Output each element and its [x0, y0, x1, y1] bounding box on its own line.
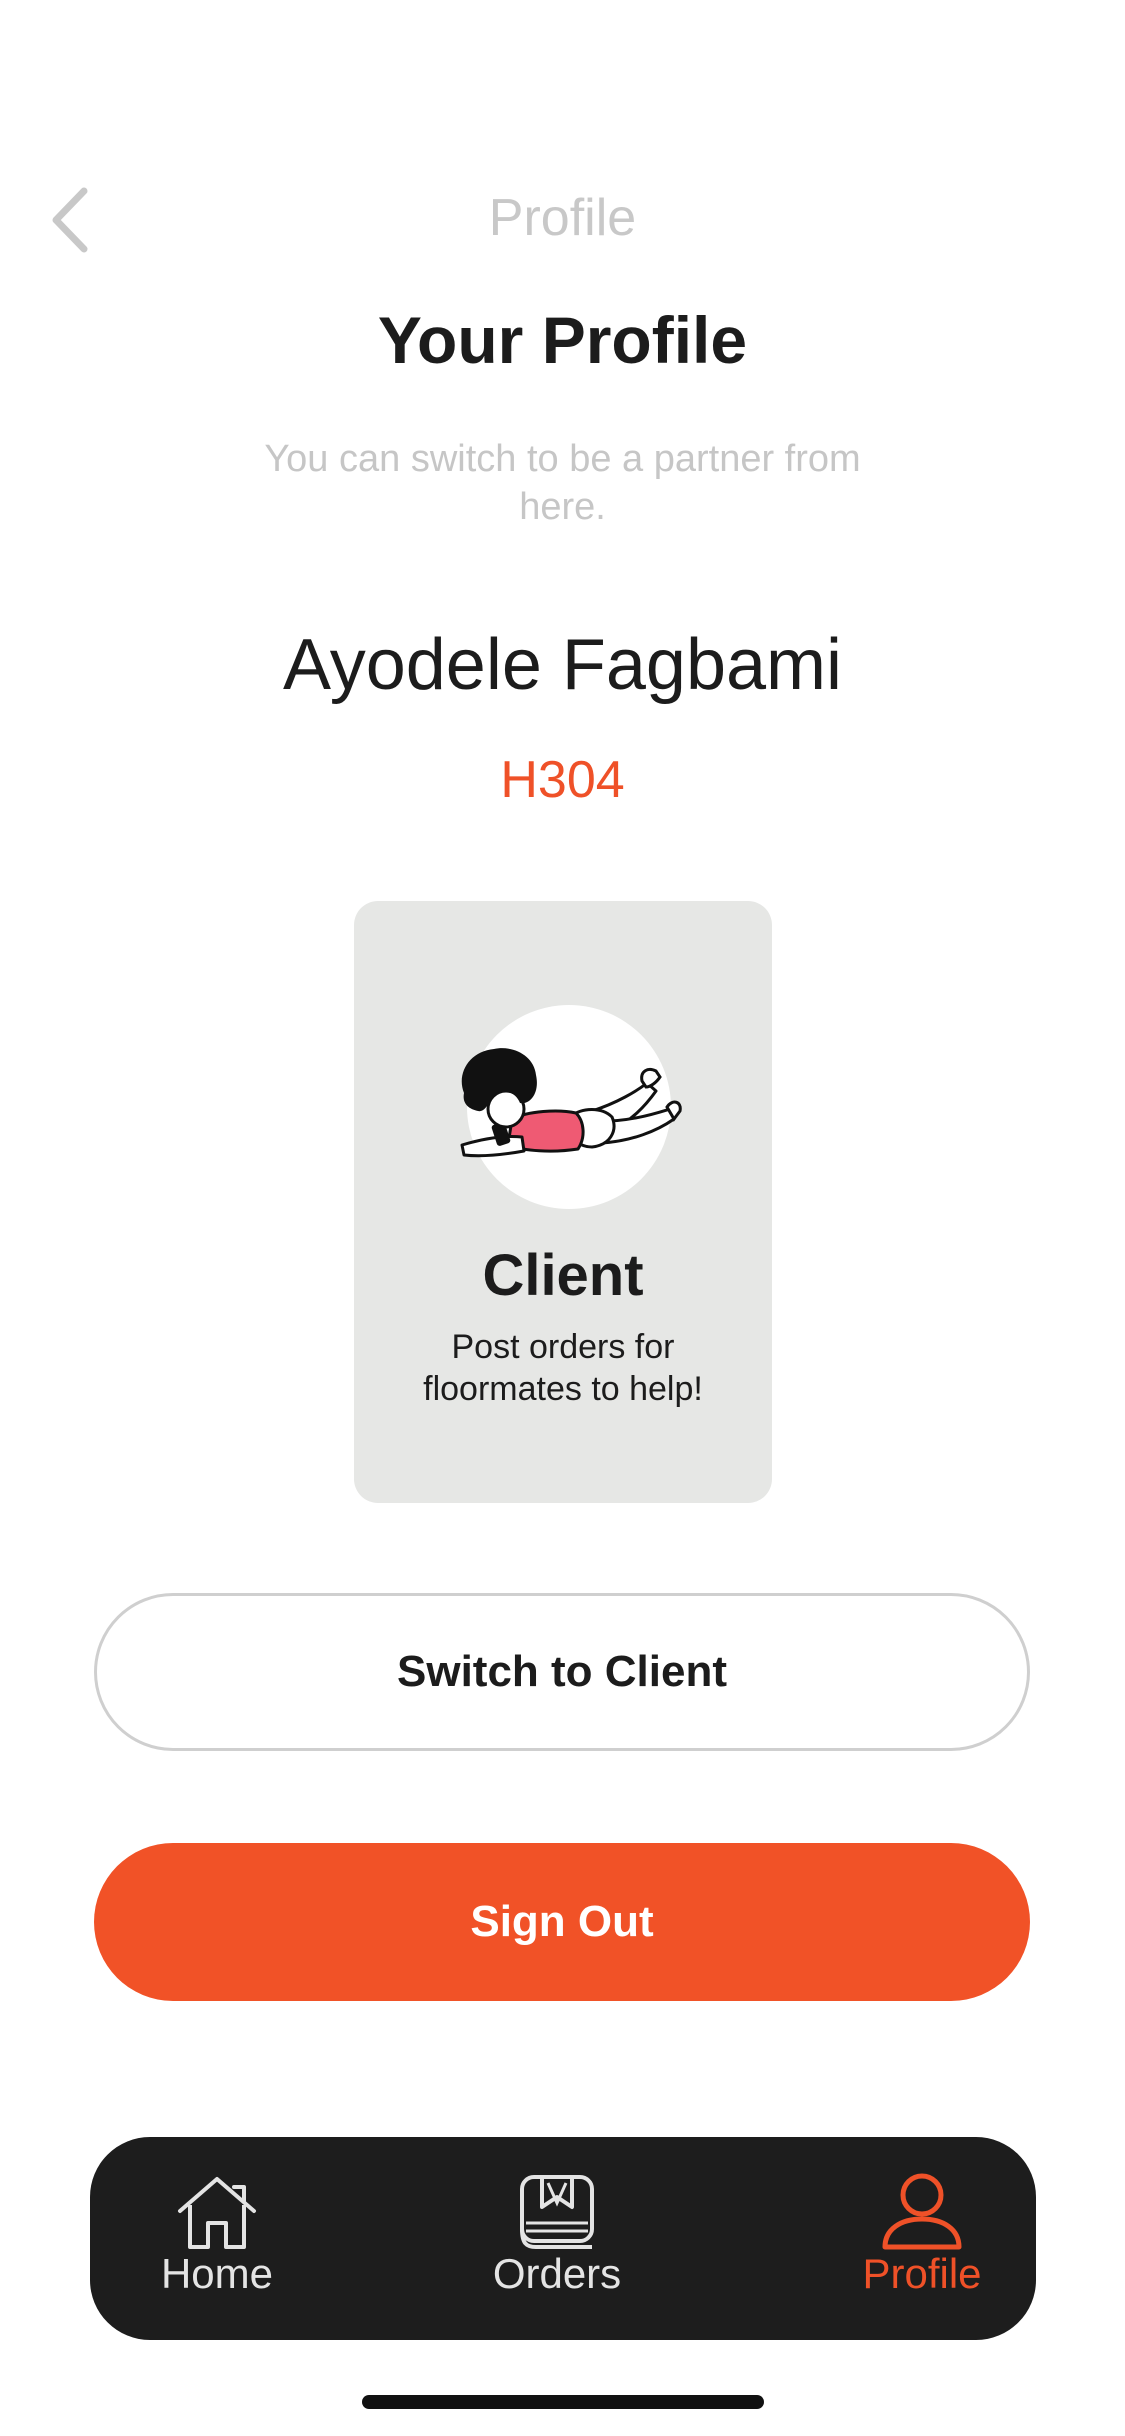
role-title: Client: [482, 1243, 644, 1308]
page-title: Your Profile: [377, 303, 748, 377]
user-name: Ayodele Fagbami: [282, 625, 843, 705]
tab-bar: Home Orders Profile: [90, 2137, 1036, 2340]
room-code: H304: [500, 751, 625, 809]
orders-icon: [520, 2175, 594, 2249]
home-indicator: [362, 2395, 764, 2409]
nav-title: Profile: [488, 189, 637, 247]
tab-home[interactable]: Home: [97, 2137, 337, 2340]
role-description: Post orders for floormates to help!: [423, 1328, 703, 1408]
role-card-client: Client Post orders for floormates to hel…: [354, 901, 772, 1503]
page-subtitle: You can switch to be a partner from here…: [264, 438, 861, 528]
home-icon: [178, 2177, 256, 2249]
tab-label-orders: Orders: [492, 2250, 622, 2297]
tab-label-home: Home: [160, 2250, 274, 2297]
tab-orders[interactable]: Orders: [437, 2137, 677, 2340]
tab-profile[interactable]: Profile: [802, 2137, 1042, 2340]
person-lying-with-phone-illustration: [460, 1048, 682, 1158]
profile-icon: [882, 2173, 962, 2250]
switch-role-button[interactable]: Switch to Client: [94, 1593, 1030, 1751]
sign-out-button[interactable]: Sign Out: [94, 1843, 1030, 2001]
tab-label-profile: Profile: [862, 2250, 982, 2297]
